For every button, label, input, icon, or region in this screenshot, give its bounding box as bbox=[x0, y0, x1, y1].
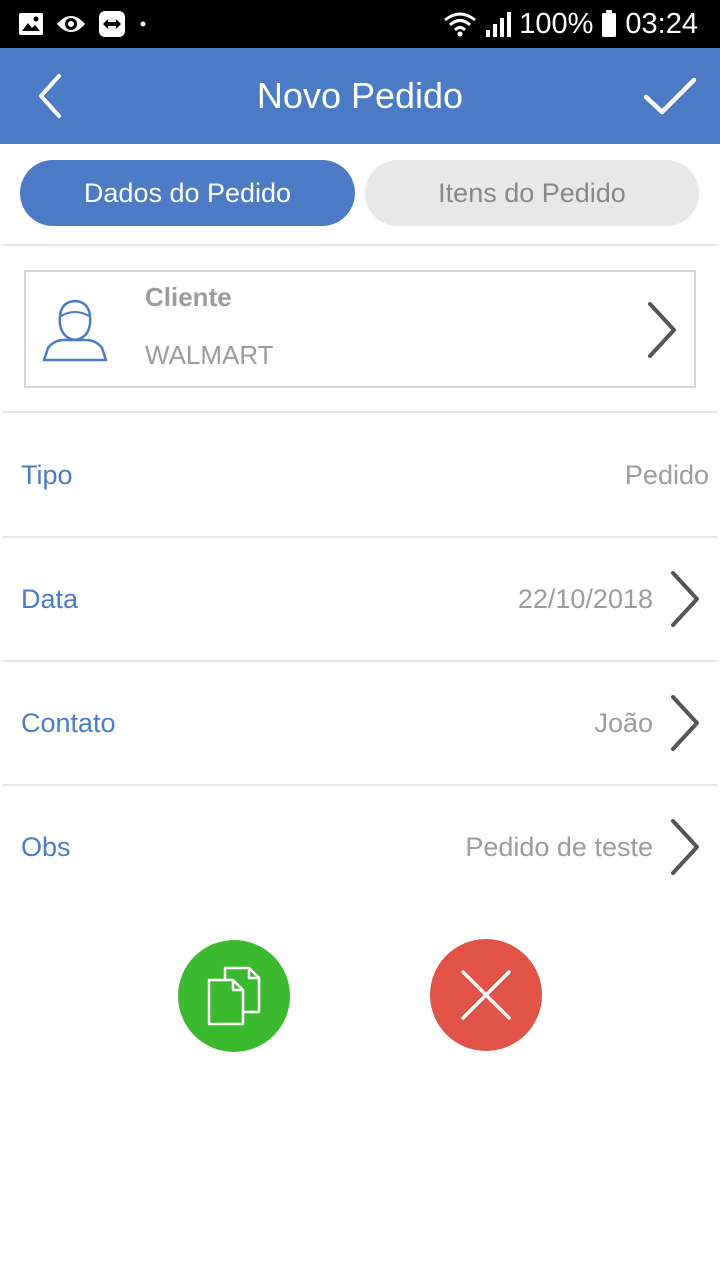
tab-itens-do-pedido[interactable]: Itens do Pedido bbox=[365, 160, 699, 226]
divider bbox=[3, 244, 717, 246]
data-label: Data bbox=[21, 584, 79, 614]
divider bbox=[3, 411, 717, 413]
status-bar: 100% 03:24 bbox=[0, 0, 720, 48]
row-contato[interactable]: Contato João bbox=[3, 662, 717, 784]
eye-icon bbox=[56, 12, 86, 36]
chevron-right-icon bbox=[671, 695, 699, 751]
chevron-right-icon bbox=[648, 302, 676, 358]
wifi-icon bbox=[443, 10, 477, 38]
app-bar: Novo Pedido bbox=[0, 48, 720, 144]
chevron-right-icon bbox=[671, 571, 699, 627]
data-value: 22/10/2018 bbox=[517, 584, 653, 614]
segmented-tabs: Dados do Pedido Itens do Pedido bbox=[20, 160, 700, 226]
person-icon bbox=[42, 299, 108, 362]
clock: 03:24 bbox=[625, 7, 698, 40]
contato-value: João bbox=[594, 708, 653, 738]
client-label: Cliente bbox=[145, 282, 232, 312]
tab-dados-do-pedido[interactable]: Dados do Pedido bbox=[20, 160, 355, 226]
tipo-label: Tipo bbox=[21, 460, 73, 490]
signal-icon bbox=[485, 10, 512, 38]
chevron-right-icon bbox=[671, 819, 699, 875]
client-value: WALMART bbox=[145, 340, 274, 370]
copy-icon bbox=[207, 966, 261, 1026]
image-icon bbox=[18, 11, 44, 37]
confirm-button[interactable] bbox=[638, 66, 702, 126]
cancel-button[interactable] bbox=[430, 939, 542, 1051]
dot-icon bbox=[138, 19, 148, 29]
close-icon bbox=[461, 970, 511, 1020]
battery-icon bbox=[601, 10, 617, 38]
obs-value: Pedido de teste bbox=[465, 832, 653, 862]
page-title: Novo Pedido bbox=[256, 75, 464, 116]
teamviewer-icon bbox=[98, 10, 126, 38]
battery-percent: 100% bbox=[519, 7, 594, 40]
row-obs[interactable]: Obs Pedido de teste bbox=[3, 786, 717, 908]
tipo-value: Pedido bbox=[624, 460, 709, 490]
row-tipo: Tipo Pedido bbox=[3, 414, 717, 536]
check-icon bbox=[643, 77, 697, 115]
copy-button[interactable] bbox=[178, 940, 290, 1052]
client-selector[interactable]: Cliente WALMART bbox=[24, 270, 696, 388]
obs-label: Obs bbox=[21, 832, 71, 862]
row-data[interactable]: Data 22/10/2018 bbox=[3, 538, 717, 660]
contato-label: Contato bbox=[21, 708, 116, 738]
